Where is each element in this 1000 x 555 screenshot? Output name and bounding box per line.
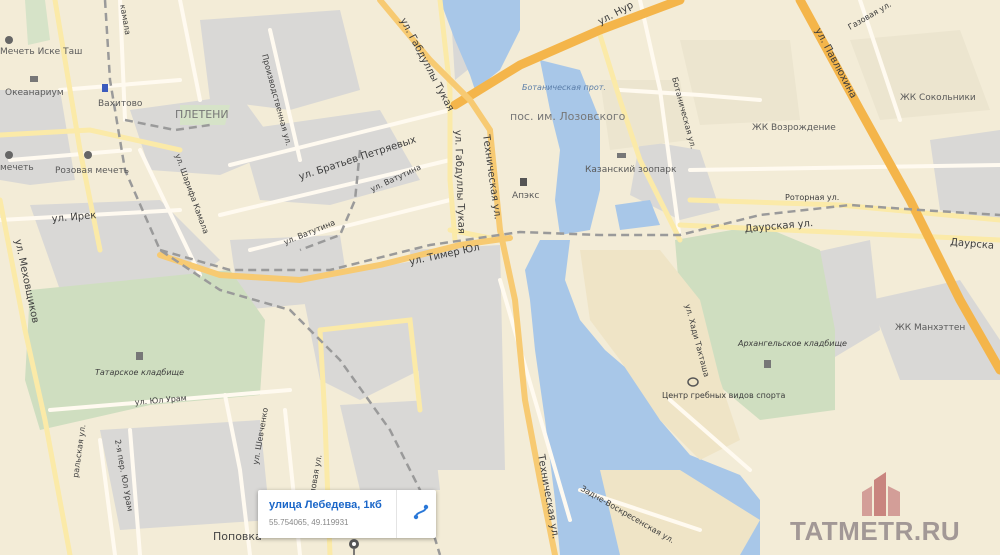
location-pin-icon: [349, 539, 359, 555]
popup-title[interactable]: улица Лебедева, 1кб: [269, 499, 382, 511]
aquarium-icon: [30, 76, 38, 82]
metro-icon: [102, 84, 108, 92]
fuel-icon: [520, 178, 527, 186]
mosque-icon-2: [84, 151, 92, 159]
place-label: Апэкс: [512, 191, 539, 201]
district-label: пос. им. Лозовского: [510, 110, 626, 123]
place-label: Поповка: [213, 530, 262, 543]
district-label: ПЛЕТЕНИ: [175, 108, 229, 121]
place-label: Архангельское кладбище: [737, 339, 847, 348]
mosque-icon: [5, 36, 13, 44]
watermark-text: TATMETR.RU: [790, 516, 961, 546]
watermark: TATMETR.RU: [790, 470, 1000, 555]
water-label: Ботаническая прот.: [522, 83, 606, 92]
place-label: Центр гребных видов спорта: [662, 391, 785, 400]
place-label: ЖК Возрождение: [752, 123, 836, 133]
place-label: Розовая мечеть: [55, 166, 129, 176]
place-label: мечеть: [0, 163, 34, 173]
popup-coordinates: 55.754065, 49.119931: [269, 518, 349, 527]
location-popup[interactable]: улица Лебедева, 1кб 55.754065, 49.119931: [258, 490, 436, 538]
cemetery-icon-2: [764, 360, 771, 368]
route-icon[interactable]: [410, 503, 432, 525]
place-label: Татарское кладбище: [95, 368, 184, 377]
building-logo-icon: [862, 472, 900, 516]
place-label: Океанариум: [5, 88, 64, 98]
popup-divider: [396, 490, 397, 538]
mosque-icon-3: [5, 151, 13, 159]
zoo-icon: [617, 153, 626, 158]
place-label: ЖК Манхэттен: [895, 323, 965, 333]
place-label: Мечеть Иске Таш: [0, 47, 82, 57]
street-label: Роторная ул.: [785, 193, 839, 202]
place-label: Вахитово: [98, 99, 143, 109]
place-label: Казанский зоопарк: [585, 165, 677, 175]
place-label: ЖК Сокольники: [900, 93, 976, 103]
cemetery-icon: [136, 352, 143, 360]
